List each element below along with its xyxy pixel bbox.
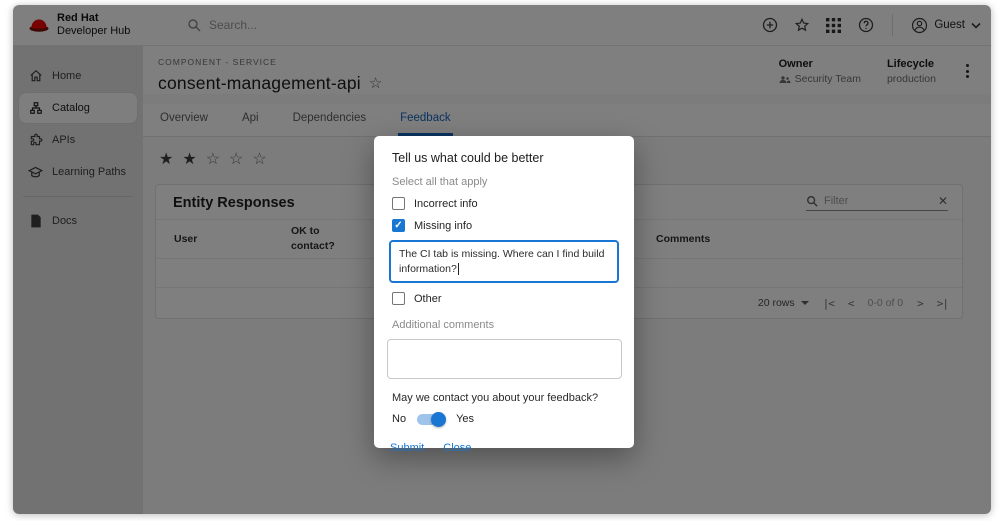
modal-title: Tell us what could be better [392,151,618,165]
contact-toggle[interactable] [417,414,445,425]
checkbox-missing-info[interactable]: Missing info [392,219,618,232]
checkbox-other[interactable]: Other [392,292,618,305]
app-window: Red Hat Developer Hub Search... [13,5,991,514]
modal-subtitle: Select all that apply [392,176,618,188]
submit-button[interactable]: Submit [390,442,424,454]
close-button[interactable]: Close [443,442,471,454]
feedback-text: The CI tab is missing. Where can I find … [399,248,604,275]
contact-question: May we contact you about your feedback? [392,392,618,404]
toggle-off-label: No [392,413,406,425]
checkbox-icon[interactable] [392,197,405,210]
feedback-textarea[interactable]: The CI tab is missing. Where can I find … [389,240,619,283]
checkbox-icon[interactable] [392,292,405,305]
checkbox-label: Missing info [414,220,472,232]
checkbox-label: Other [414,293,442,305]
toggle-on-label: Yes [456,413,474,425]
additional-comments-label: Additional comments [392,319,618,331]
checkbox-icon[interactable] [392,219,405,232]
feedback-modal: Tell us what could be better Select all … [374,136,634,448]
additional-comments-textarea[interactable] [387,339,622,379]
checkbox-incorrect-info[interactable]: Incorrect info [392,197,618,210]
checkbox-label: Incorrect info [414,198,478,210]
